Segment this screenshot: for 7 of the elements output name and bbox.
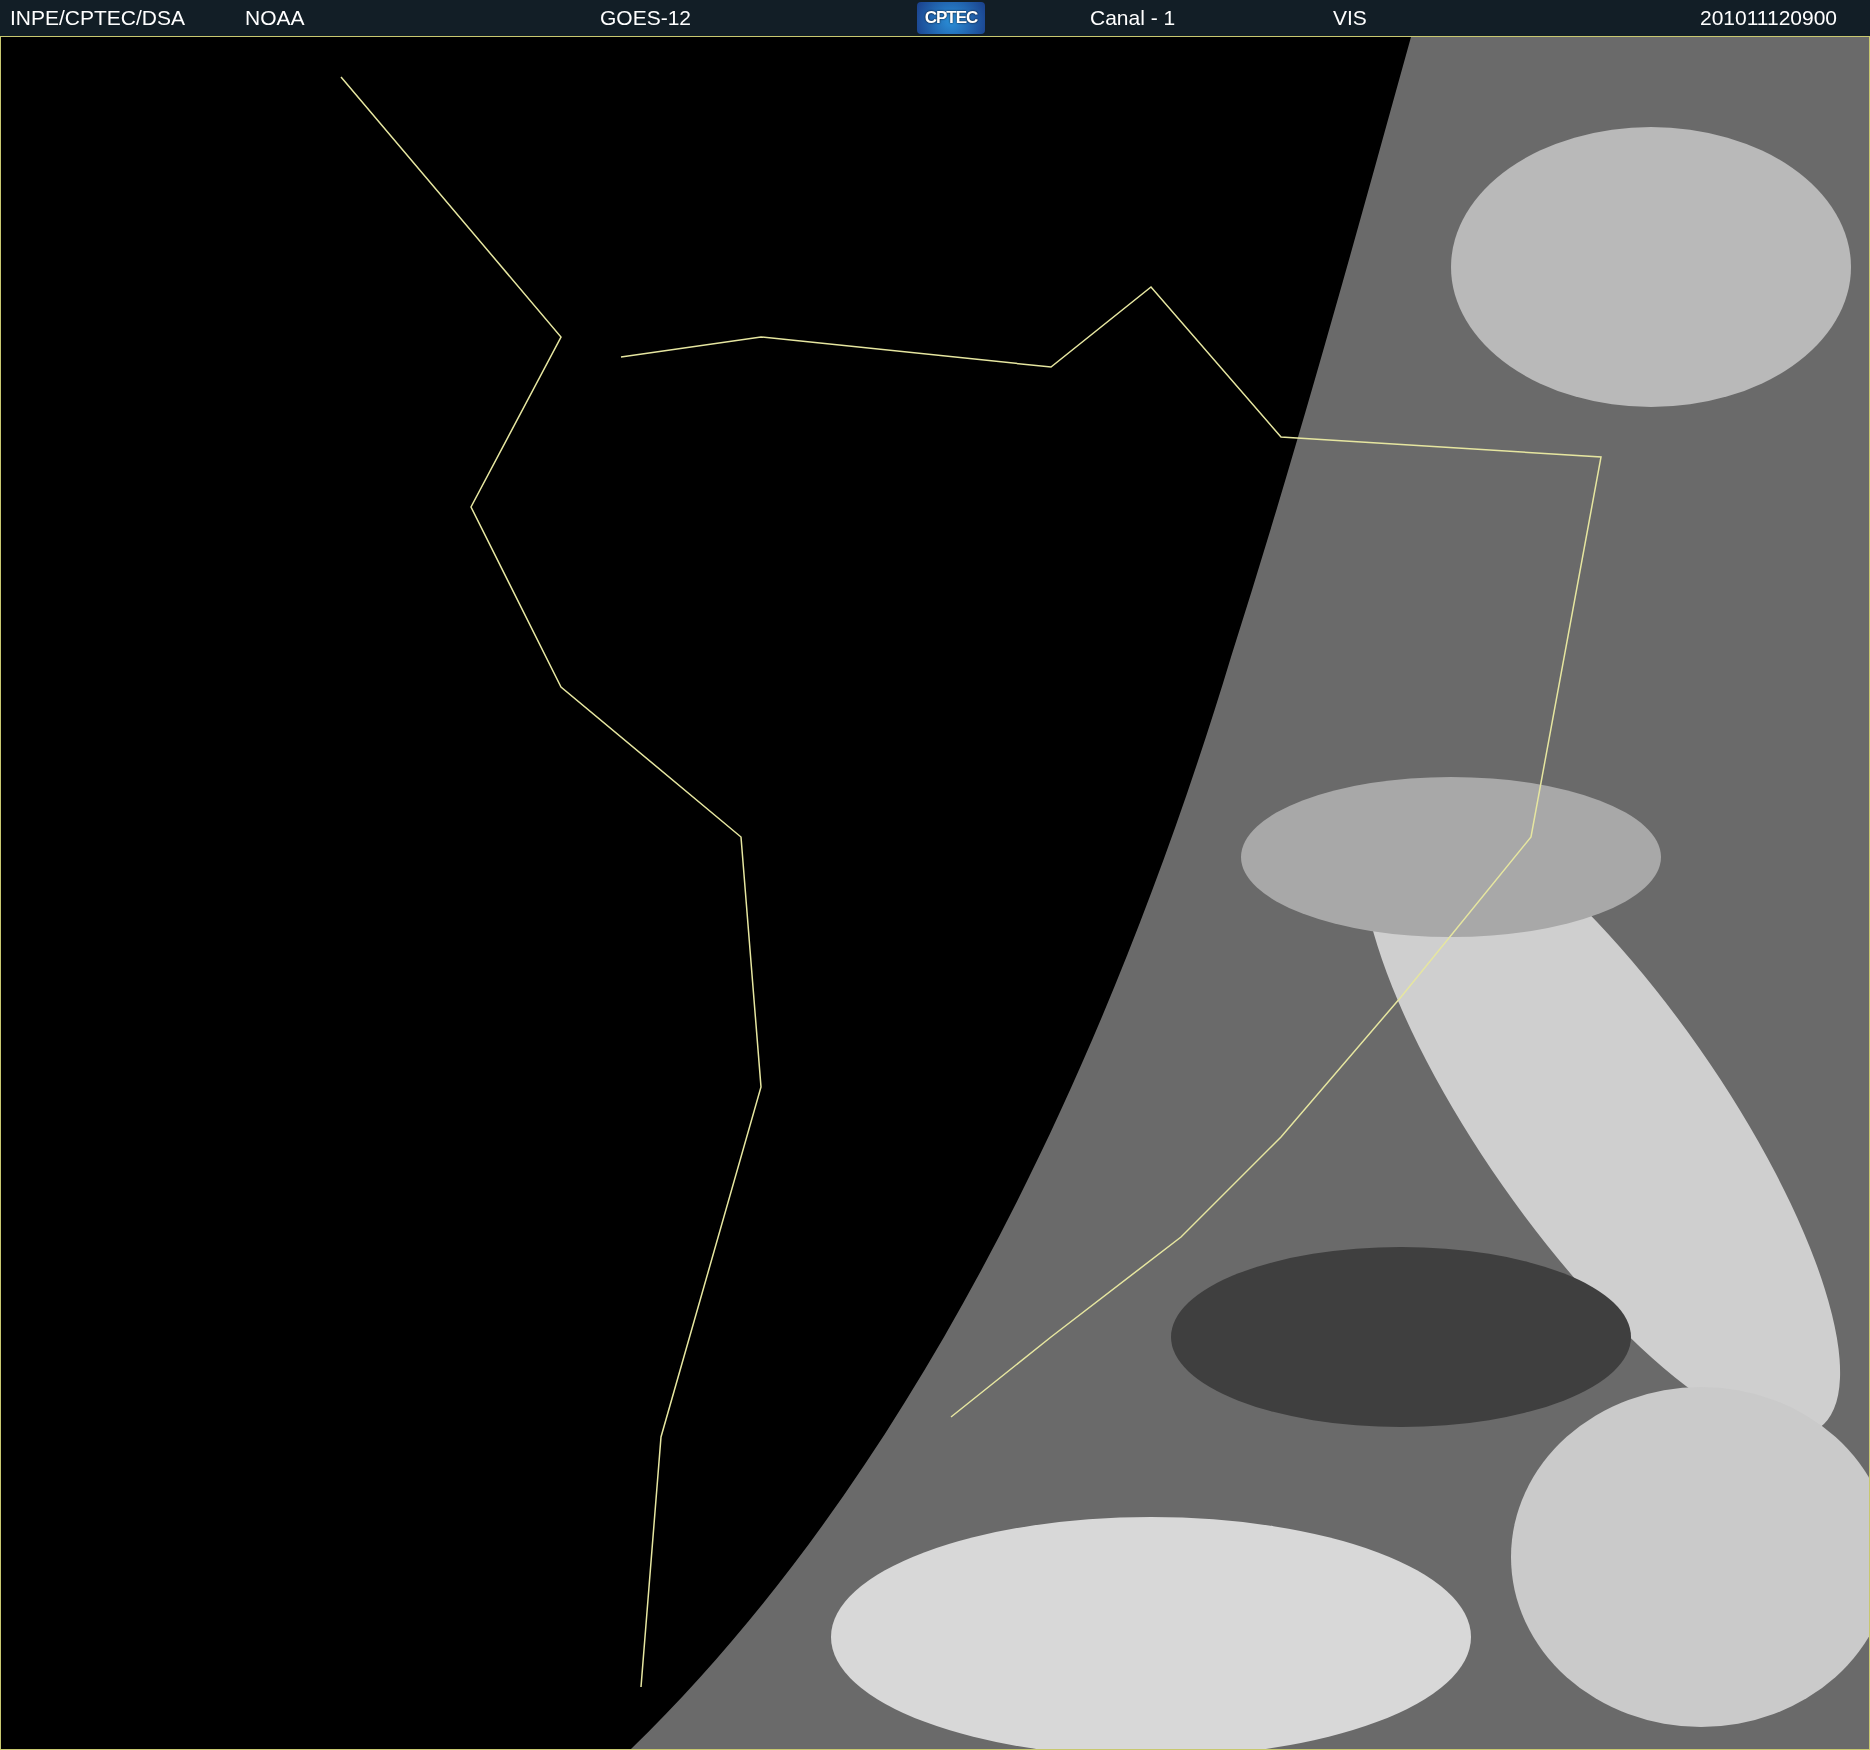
band-label: VIS	[1333, 6, 1368, 30]
logo: CPTEC	[917, 2, 985, 34]
source-label: INPE/CPTEC/DSA	[10, 6, 187, 30]
channel-label: Canal - 1	[1090, 6, 1177, 30]
satellite-label: GOES-12	[600, 6, 693, 30]
agency-label: NOAA	[245, 6, 306, 30]
timestamp-label: 201011120900	[1700, 6, 1839, 30]
